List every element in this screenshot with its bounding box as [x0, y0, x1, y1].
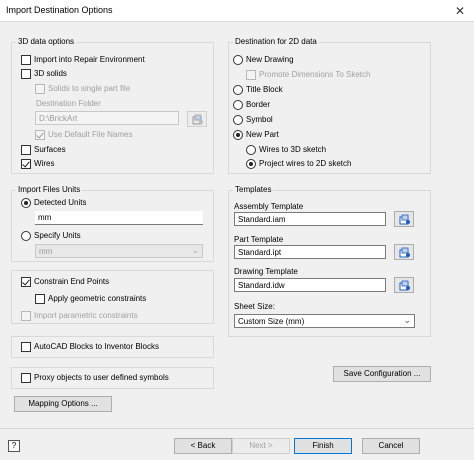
browse-destination-button[interactable]: [187, 111, 207, 127]
group-label-templates: Templates: [233, 185, 274, 194]
chevron-down-icon: ⌄: [403, 315, 411, 325]
constrain-end-points-checkbox[interactable]: [21, 277, 31, 287]
mapping-options-button[interactable]: Mapping Options ...: [14, 396, 112, 412]
3d-solids-label: 3D solids: [34, 69, 67, 78]
specify-units-radio[interactable]: [21, 231, 31, 241]
assembly-template-field[interactable]: Standard.iam: [234, 212, 386, 226]
wires-3d-sketch-radio[interactable]: [246, 145, 256, 155]
browse-template-icon: [399, 280, 410, 291]
wires-3d-sketch-label: Wires to 3D sketch: [259, 145, 327, 154]
autocad-blocks-label: AutoCAD Blocks to Inventor Blocks: [34, 342, 159, 351]
symbol-label: Symbol: [246, 115, 273, 124]
destination-folder-field[interactable]: D:\BrickArt: [35, 111, 179, 125]
specify-units-selected: mm: [39, 247, 53, 256]
title-bar: Import Destination Options ✕: [0, 0, 474, 22]
title-block-radio[interactable]: [233, 85, 243, 95]
chevron-down-icon: ⌄: [191, 245, 199, 255]
browse-template-icon: [399, 247, 410, 258]
title-block-label: Title Block: [246, 85, 283, 94]
project-2d-sketch-radio[interactable]: [246, 159, 256, 169]
close-icon[interactable]: ✕: [450, 2, 470, 20]
import-parametric-label: Import parametric constraints: [34, 311, 138, 320]
single-part-checkbox[interactable]: [35, 84, 45, 94]
assembly-template-label: Assembly Template: [234, 202, 304, 211]
3d-solids-checkbox[interactable]: [21, 69, 31, 79]
proxy-objects-checkbox[interactable]: [21, 373, 31, 383]
project-2d-sketch-label: Project wires to 2D sketch: [259, 159, 352, 168]
border-label: Border: [246, 100, 271, 109]
footer-separator: [0, 428, 474, 429]
default-file-names-checkbox[interactable]: [35, 130, 45, 140]
back-button[interactable]: < Back: [174, 438, 232, 454]
new-drawing-label: New Drawing: [246, 55, 294, 64]
surfaces-label: Surfaces: [34, 145, 66, 154]
sheet-size-label: Sheet Size:: [234, 302, 275, 311]
browse-folder-icon: [192, 114, 203, 125]
autocad-blocks-checkbox[interactable]: [21, 342, 31, 352]
help-button[interactable]: ?: [8, 440, 20, 452]
part-template-label: Part Template: [234, 235, 284, 244]
browse-template-icon: [399, 214, 410, 225]
sheet-size-selected: Custom Size (mm): [238, 317, 305, 326]
drawing-template-field[interactable]: Standard.idw: [234, 278, 386, 292]
new-part-label: New Part: [246, 130, 279, 139]
new-drawing-radio[interactable]: [233, 55, 243, 65]
window-title: Import Destination Options: [6, 5, 113, 15]
default-file-names-label: Use Default File Names: [48, 130, 133, 139]
drawing-template-label: Drawing Template: [234, 267, 298, 276]
import-parametric-checkbox[interactable]: [21, 311, 31, 321]
wires-label: Wires: [34, 159, 55, 168]
next-button[interactable]: Next >: [232, 438, 290, 454]
apply-geometric-checkbox[interactable]: [35, 294, 45, 304]
cancel-button[interactable]: Cancel: [362, 438, 420, 454]
detected-units-radio[interactable]: [21, 198, 31, 208]
proxy-objects-label: Proxy objects to user defined symbols: [34, 373, 169, 382]
specify-units-select[interactable]: mm ⌄: [35, 244, 203, 258]
wires-checkbox[interactable]: [21, 159, 31, 169]
save-configuration-button[interactable]: Save Configuration ...: [333, 366, 431, 382]
surfaces-checkbox[interactable]: [21, 145, 31, 155]
browse-part-template-button[interactable]: [394, 244, 414, 260]
browse-drawing-template-button[interactable]: [394, 277, 414, 293]
apply-geometric-label: Apply geometric constraints: [48, 294, 147, 303]
detected-units-label: Detected Units: [34, 198, 87, 207]
finish-button[interactable]: Finish: [294, 438, 352, 454]
browse-assembly-template-button[interactable]: [394, 211, 414, 227]
promote-dimensions-checkbox[interactable]: [246, 70, 256, 80]
new-part-radio[interactable]: [233, 130, 243, 140]
group-label-3d: 3D data options: [16, 37, 77, 46]
symbol-radio[interactable]: [233, 115, 243, 125]
detected-units-value: mm: [35, 211, 203, 225]
destination-folder-label: Destination Folder: [36, 99, 101, 108]
part-template-field[interactable]: Standard.ipt: [234, 245, 386, 259]
repair-environment-checkbox[interactable]: [21, 55, 31, 65]
sheet-size-select[interactable]: Custom Size (mm) ⌄: [234, 314, 415, 328]
promote-dimensions-label: Promote Dimensions To Sketch: [259, 70, 371, 79]
specify-units-label: Specify Units: [34, 231, 81, 240]
constrain-end-points-label: Constrain End Points: [34, 277, 110, 286]
group-label-2d: Destination for 2D data: [233, 37, 319, 46]
group-label-units: Import Files Units: [16, 185, 83, 194]
single-part-label: Solids to single part file: [48, 84, 131, 93]
border-radio[interactable]: [233, 100, 243, 110]
repair-environment-label: Import into Repair Environment: [34, 55, 145, 64]
